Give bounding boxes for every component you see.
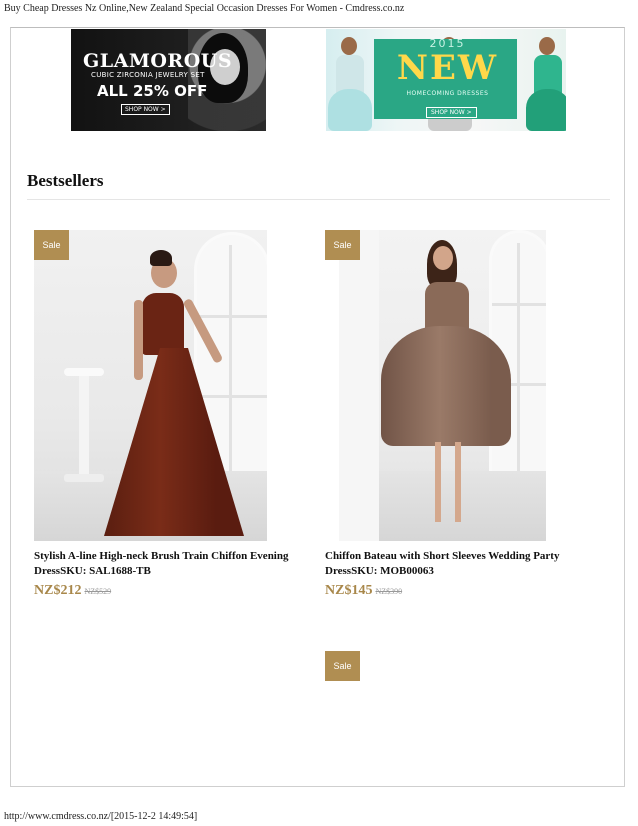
shop-now-button[interactable]: SHOP NOW >	[121, 104, 170, 115]
product-image[interactable]	[339, 230, 546, 541]
current-price: NZ$145	[325, 583, 373, 598]
banner-subtitle: CUBIC ZIRCONIA JEWELRY SET	[91, 71, 205, 79]
page-header-title: Buy Cheap Dresses Nz Online,New Zealand …	[4, 3, 405, 14]
homecoming-promo-banner[interactable]: 2015 NEW HOMECOMING DRESSES SHOP NOW >	[326, 29, 566, 131]
section-title: Bestsellers	[27, 171, 104, 190]
banner-model-image	[524, 33, 566, 131]
product-image[interactable]	[34, 230, 267, 541]
sale-badge: Sale	[325, 651, 360, 681]
jewelry-promo-banner[interactable]: GLAMOROUS CUBIC ZIRCONIA JEWELRY SET ALL…	[71, 29, 266, 131]
shop-now-button[interactable]: SHOP NOW >	[426, 107, 477, 118]
banner-offer: ALL 25% OFF	[97, 82, 208, 100]
product-price: NZ$212 NZ$529	[34, 583, 111, 599]
product-name[interactable]: Chiffon Bateau with Short Sleeves Weddin…	[325, 549, 595, 579]
old-price: NZ$529	[84, 587, 112, 596]
section-divider	[27, 199, 610, 200]
sale-badge: Sale	[325, 230, 360, 260]
banner-title: NEW	[396, 48, 499, 88]
sale-badge: Sale	[34, 230, 69, 260]
product-name[interactable]: Stylish A-line High-neck Brush Train Chi…	[34, 549, 304, 579]
current-price: NZ$212	[34, 583, 82, 598]
banner-title: GLAMOROUS	[83, 50, 233, 72]
page-footer-url: http://www.cmdress.co.nz/[2015-12-2 14:4…	[4, 811, 198, 822]
banner-subtitle: HOMECOMING DRESSES	[406, 90, 489, 97]
banner-model-image	[326, 33, 374, 131]
product-price: NZ$145 NZ$390	[325, 583, 402, 599]
page-frame: GLAMOROUS CUBIC ZIRCONIA JEWELRY SET ALL…	[10, 27, 625, 787]
old-price: NZ$390	[375, 587, 403, 596]
